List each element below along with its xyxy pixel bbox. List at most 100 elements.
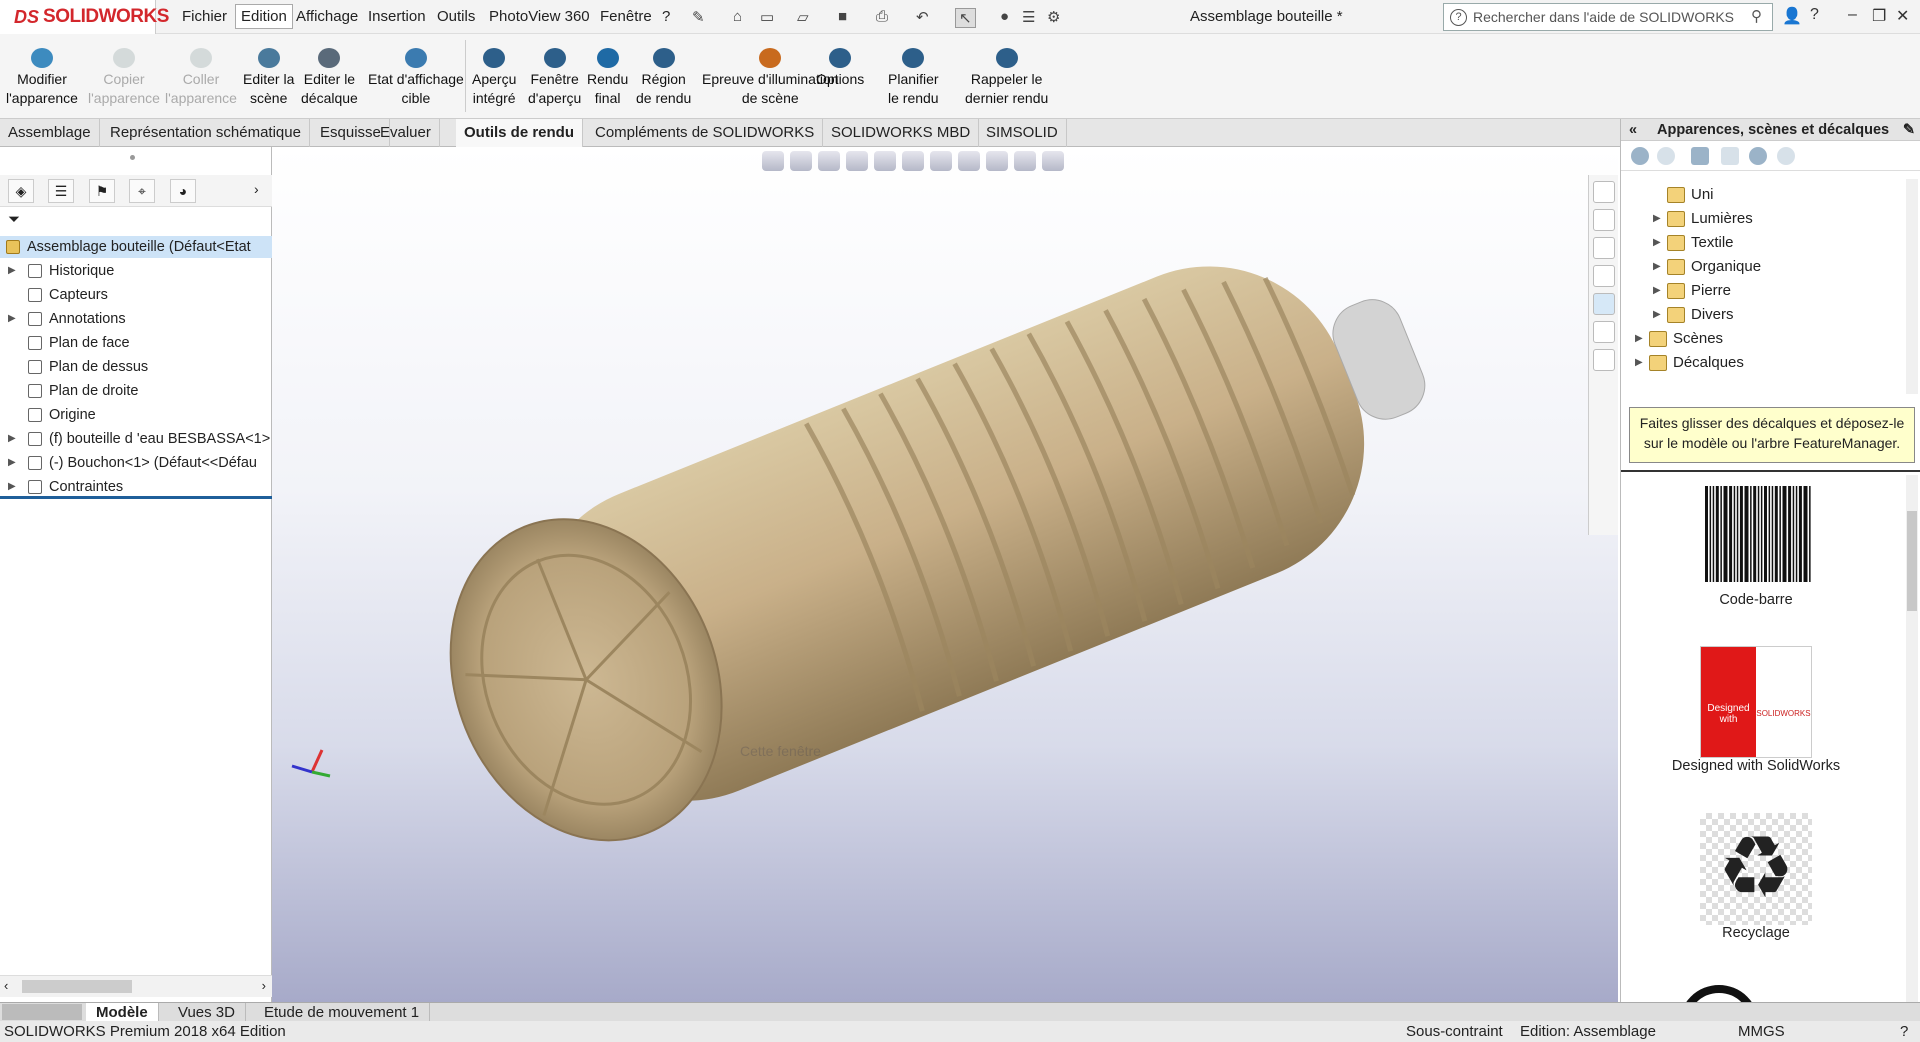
tab-7[interactable]: SIMSOLID [978,119,1067,147]
status-units[interactable]: MMGS [1738,1021,1785,1042]
panel-splitter-handle[interactable] [130,155,135,160]
expand-arrow-icon[interactable]: ▶ [1635,352,1643,374]
ribbon-cmd-13[interactable]: Rappeler le dernier rendu [965,48,1048,108]
user-icon[interactable]: 👤 [1782,6,1802,26]
menu-affichage[interactable]: Affichage [292,7,362,26]
restore-icon[interactable]: ❐ [1872,6,1886,26]
expand-arrow-icon[interactable]: ▶ [8,452,16,474]
scroll-right-icon[interactable]: › [262,978,266,993]
decal-barcode[interactable]: Code-barre [1621,482,1891,608]
help-menu-icon[interactable]: ? [1810,6,1819,24]
search-icon[interactable]: ⚲ [1751,7,1762,25]
forward-icon[interactable] [1657,147,1675,165]
minimize-icon[interactable]: – [1848,6,1857,24]
ribbon-cmd-7[interactable]: Fenêtre d'aperçu [528,48,581,108]
menu-insertion[interactable]: Insertion [364,7,430,26]
bottom-tab-2[interactable]: Etude de mouvement 1 [254,1003,431,1022]
refresh-icon[interactable] [1749,147,1767,165]
expand-arrow-icon[interactable]: ▶ [1653,304,1661,326]
gallery-scroll-thumb[interactable] [1907,511,1917,611]
traffic-light-icon[interactable]: ● [1000,8,1009,25]
menu-fichier[interactable]: Fichier [178,7,231,26]
tree-item[interactable]: ▶ (-) Bouchon<1> (Défaut<<Défau [0,452,272,474]
decal-designed-with-solidworks[interactable]: Designed with SOLIDWORKS Designed with S… [1621,646,1891,774]
expand-arrow-icon[interactable]: ▶ [1653,280,1661,302]
expand-arrow-icon[interactable]: ▶ [8,428,16,450]
tree-root-assembly[interactable]: Assemblage bouteille (Défaut<Etat [0,236,272,258]
ribbon-cmd-0[interactable]: Modifier l'apparence [6,48,78,108]
tree-item[interactable]: Plan de droite [0,380,272,402]
tree-scrollbar[interactable] [1906,179,1918,394]
decal-recycling[interactable]: ♻ Recyclage [1621,813,1891,941]
undo-icon[interactable]: ↶ [916,8,929,26]
gallery-scrollbar[interactable] [1906,475,1918,1020]
ribbon-cmd-8[interactable]: Rendu final [587,48,628,108]
expand-arrow-icon[interactable]: ▶ [1653,256,1661,278]
bottle-model[interactable] [272,147,1618,1002]
menu-edition[interactable]: Edition [235,4,293,29]
tree-item[interactable]: Capteurs [0,284,272,306]
bottom-tab-0[interactable]: Modèle [86,1003,159,1022]
custom-properties-icon[interactable] [1593,321,1615,343]
design-library-icon[interactable] [1593,209,1615,231]
configuration-manager-icon[interactable]: ⚑ [89,179,115,203]
scroll-left-icon[interactable]: ‹ [4,978,8,993]
expand-arrow-icon[interactable]: ▶ [8,260,16,282]
tree-item[interactable]: ▶ Annotations [0,308,272,330]
menu-outils[interactable]: Outils [433,7,479,26]
file-properties-icon[interactable]: ☰ [1022,8,1035,26]
menu-help[interactable]: ? [658,7,674,26]
home-icon[interactable]: ⌂ [733,8,742,25]
dimxpert-icon[interactable]: ⌖ [129,179,155,203]
tree-item[interactable]: ▶ Historique [0,260,272,282]
pin-pane-icon[interactable]: ✎ [1903,119,1915,141]
back-icon[interactable] [1631,147,1649,165]
tab-4[interactable]: Outils de rendu [456,119,584,147]
ribbon-cmd-2[interactable]: Coller l'apparence [165,48,237,108]
search-input[interactable]: ? Rechercher dans l'aide de SOLIDWORKS ⚲ [1443,3,1773,31]
property-manager-icon[interactable]: ☰ [48,179,74,203]
solidworks-logo[interactable]: DS SOLIDWORKS [0,0,169,34]
scroll-thumb[interactable] [22,980,132,993]
rollback-bar[interactable] [0,496,272,499]
menu-photoview[interactable]: PhotoView 360 [485,7,594,26]
print-icon[interactable]: ⎙ [876,8,888,25]
expand-arrow-icon[interactable]: ▶ [8,308,16,330]
status-help-icon[interactable]: ? [1900,1021,1908,1042]
graphics-area[interactable]: Cette fenêtre [272,147,1618,1002]
open-icon[interactable]: ▱ [797,8,809,26]
ribbon-cmd-1[interactable]: Copier l'apparence [88,48,160,108]
close-icon[interactable]: ✕ [1896,6,1909,26]
feature-tree-icon[interactable]: ◈ [8,179,34,203]
collapse-pane-icon[interactable]: « [1629,119,1637,141]
gear-icon[interactable]: ⚙ [1047,8,1060,26]
tab-3[interactable]: Evaluer [372,119,440,147]
expand-arrow-icon[interactable]: ▶ [8,476,16,498]
tab-0[interactable]: Assemblage [0,119,100,147]
view-palette-icon[interactable] [1593,265,1615,287]
tab-5[interactable]: Compléments de SOLIDWORKS [587,119,824,147]
expand-arrow-icon[interactable]: ▶ [1653,232,1661,254]
expand-arrow-icon[interactable]: ▶ [1635,328,1643,350]
filter-icon[interactable]: ⏷ [8,211,20,228]
tree-item[interactable]: ▶ (f) bouteille d 'eau BESBASSA<1> [0,428,272,450]
menu-fenetre[interactable]: Fenêtre [596,7,656,26]
file-explorer-icon[interactable] [1593,237,1615,259]
ribbon-cmd-9[interactable]: Région de rendu [636,48,691,108]
appearances-tab-icon[interactable] [1593,293,1615,315]
tab-6[interactable]: SOLIDWORKS MBD [823,119,980,147]
save-icon[interactable]: ■ [838,8,847,25]
ribbon-cmd-4[interactable]: Editer le décalque [301,48,358,108]
tree-item[interactable]: ▶ Contraintes [0,476,272,498]
pane-divider[interactable] [1621,470,1920,472]
tree-item[interactable]: Plan de face [0,332,272,354]
new-document-icon[interactable]: ▭ [760,8,774,26]
tree-item[interactable]: Plan de dessus [0,356,272,378]
select-icon[interactable]: ↖ [955,8,976,28]
add-file-location-icon[interactable] [1691,147,1709,165]
forum-icon[interactable] [1593,349,1615,371]
tab-scroll-arrows[interactable] [2,1004,82,1020]
ribbon-cmd-5[interactable]: Etat d'affichage cible [368,48,464,108]
horizontal-scrollbar[interactable]: ‹ › [0,975,272,997]
display-manager-icon[interactable]: ◕ [170,179,196,203]
